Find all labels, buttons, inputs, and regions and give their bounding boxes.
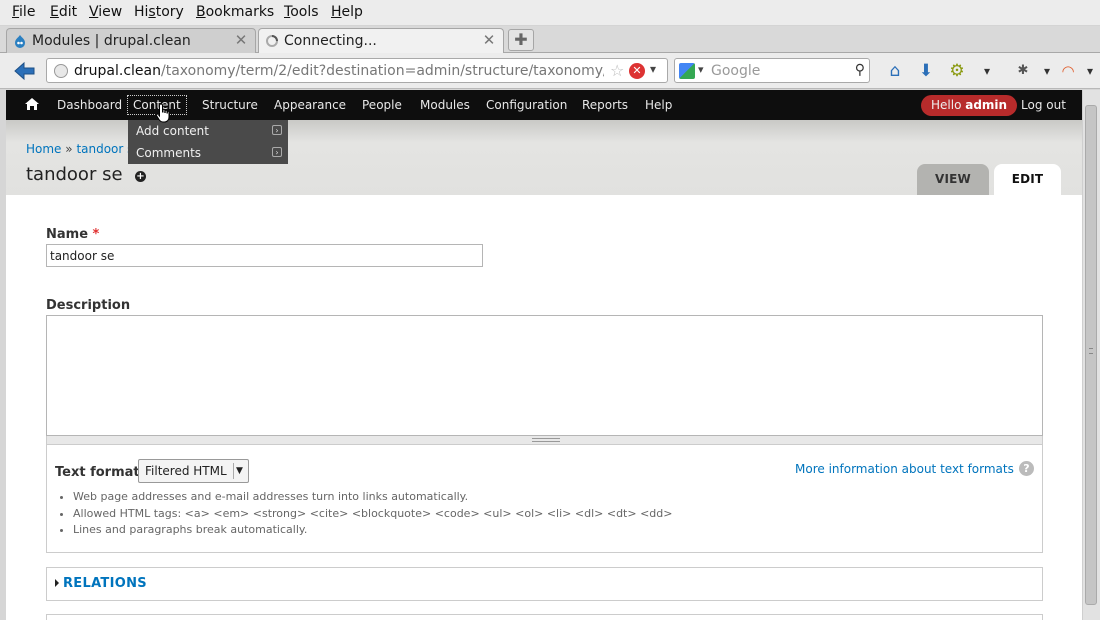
required-marker: * (92, 227, 100, 242)
drupal-icon (15, 35, 25, 48)
toolbar-configuration[interactable]: Configuration (486, 98, 567, 112)
bug-icon[interactable]: ✱ (1012, 60, 1034, 82)
chevron-down-icon[interactable]: ▾ (1079, 60, 1100, 82)
tip-item: Lines and paragraphs break automatically… (73, 523, 672, 540)
help-icon[interactable]: ? (1019, 461, 1034, 476)
home-icon[interactable] (24, 96, 40, 112)
tip-item: Web page addresses and e-mail addresses … (73, 490, 672, 507)
submenu-arrow-icon: › (272, 147, 282, 157)
menu-item-comments[interactable]: Comments › (128, 142, 288, 164)
breadcrumb-separator: » (65, 142, 73, 156)
name-field[interactable] (46, 244, 483, 267)
description-textarea[interactable] (46, 315, 1043, 436)
site-identity-icon[interactable] (54, 64, 68, 78)
chevron-down-icon: ▼ (233, 463, 245, 479)
content-dropdown-menu: Add content › Comments › (128, 120, 288, 164)
url-bar[interactable]: drupal.clean/taxonomy/term/2/edit?destin… (46, 58, 668, 83)
search-box[interactable]: ▾ ⚲ (674, 58, 870, 83)
toolbar-help[interactable]: Help (645, 98, 672, 112)
browser-tab-connecting[interactable]: Connecting... ✕ (258, 28, 504, 54)
loading-icon (266, 35, 278, 47)
toolbar-modules[interactable]: Modules (420, 98, 470, 112)
chevron-down-icon[interactable]: ▾ (1036, 60, 1058, 82)
back-arrow-icon[interactable] (12, 59, 38, 83)
chevron-down-icon[interactable]: ▾ (698, 63, 704, 76)
next-fieldset (46, 614, 1043, 620)
breadcrumb: Home » tandoor s (26, 142, 133, 156)
stop-icon[interactable]: ✕ (629, 63, 645, 79)
google-icon[interactable] (679, 63, 695, 79)
text-format-tips: Web page addresses and e-mail addresses … (73, 490, 672, 540)
toolbar-dashboard[interactable]: Dashboard (57, 98, 122, 112)
url-text[interactable]: drupal.clean/taxonomy/term/2/edit?destin… (74, 63, 604, 79)
toolbar-appearance[interactable]: Appearance (274, 98, 346, 112)
rainbow-icon[interactable]: ◠ (1057, 60, 1079, 82)
chevron-down-icon[interactable]: ▾ (650, 62, 656, 76)
toolbar-people[interactable]: People (362, 98, 402, 112)
menu-file[interactable]: File (12, 4, 35, 20)
hello-user-badge[interactable]: Hello admin (921, 95, 1018, 116)
term-edit-form: Name * Description Text format Filtered … (6, 195, 1082, 620)
breadcrumb-current[interactable]: tandoor s (76, 142, 133, 156)
page-title: tandoor se (26, 164, 123, 185)
hand-cursor-icon (155, 103, 170, 123)
tab-view[interactable]: VIEW (917, 164, 989, 195)
textarea-resize-handle[interactable] (46, 436, 1043, 445)
tip-item: Allowed HTML tags: <a> <em> <strong> <ci… (73, 507, 672, 524)
scrollbar-thumb[interactable] (1085, 105, 1097, 605)
menu-item-add-content[interactable]: Add content › (128, 120, 288, 142)
browser-navbar: drupal.clean/taxonomy/term/2/edit?destin… (0, 53, 1100, 89)
submenu-arrow-icon: › (272, 125, 282, 135)
text-format-help-link[interactable]: More information about text formats (795, 462, 1014, 476)
text-format-label: Text format (55, 465, 140, 480)
relations-label[interactable]: RELATIONS (63, 576, 147, 591)
description-label: Description (46, 298, 131, 313)
relations-fieldset[interactable]: RELATIONS (46, 567, 1043, 601)
gear-icon[interactable]: ⚙ (946, 60, 968, 82)
bookmark-star-icon[interactable]: ☆ (610, 61, 624, 80)
name-label: Name * (46, 227, 100, 242)
browser-tab-modules[interactable]: Modules | drupal.clean ✕ (6, 28, 256, 53)
menu-help[interactable]: Help (331, 4, 363, 20)
logout-link[interactable]: Log out (1021, 98, 1066, 112)
breadcrumb-home[interactable]: Home (26, 142, 61, 156)
toolbar-structure[interactable]: Structure (202, 98, 258, 112)
menu-edit[interactable]: Edit (50, 4, 77, 20)
text-format-select[interactable]: Filtered HTML ▼ (138, 459, 249, 483)
grip-icon (532, 438, 560, 442)
add-shortcut-icon[interactable]: + (135, 171, 146, 182)
tab-title: Connecting... (284, 33, 377, 49)
download-icon[interactable]: ⬇ (915, 60, 937, 82)
menu-view[interactable]: View (89, 4, 122, 20)
home-icon[interactable]: ⌂ (884, 60, 906, 82)
close-icon[interactable]: ✕ (481, 32, 497, 48)
tab-title: Modules | drupal.clean (32, 33, 191, 49)
browser-menubar: File Edit View History Bookmarks Tools H… (0, 0, 1100, 26)
chevron-down-icon[interactable]: ▾ (976, 60, 998, 82)
menu-history[interactable]: History (134, 4, 184, 20)
close-icon[interactable]: ✕ (233, 32, 249, 48)
binoculars-icon[interactable]: ⚲ (855, 62, 865, 78)
toolbar-reports[interactable]: Reports (582, 98, 628, 112)
text-format-wrapper: Text format Filtered HTML ▼ More informa… (46, 445, 1043, 553)
menu-tools[interactable]: Tools (284, 4, 319, 20)
menu-bookmarks[interactable]: Bookmarks (196, 4, 274, 20)
expand-triangle-icon (55, 579, 59, 587)
tab-edit[interactable]: EDIT (994, 164, 1061, 195)
grip-icon (1089, 348, 1093, 354)
page-scrollbar[interactable] (1082, 90, 1100, 620)
browser-tabstrip: Modules | drupal.clean ✕ Connecting... ✕… (0, 26, 1100, 54)
new-tab-button[interactable]: ✚ (508, 29, 534, 51)
plus-icon: ✚ (514, 30, 528, 49)
search-input[interactable] (711, 61, 851, 80)
